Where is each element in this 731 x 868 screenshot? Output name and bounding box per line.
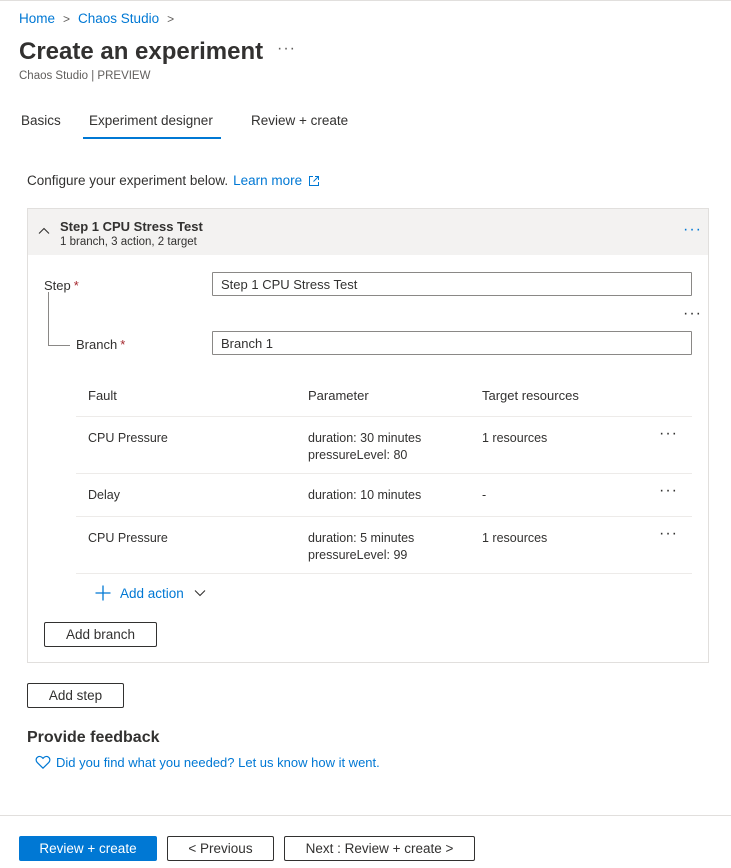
- branch-name-input[interactable]: [212, 331, 692, 355]
- top-border: [0, 0, 731, 1]
- required-mark: *: [120, 337, 126, 352]
- step-header: Step 1 CPU Stress Test 1 branch, 3 actio…: [28, 209, 708, 255]
- add-step-button[interactable]: Add step: [27, 683, 124, 708]
- page-subtitle: Chaos Studio | PREVIEW: [19, 70, 151, 82]
- add-action-label: Add action: [120, 585, 184, 601]
- footer-divider: [0, 815, 731, 816]
- intro-text: Configure your experiment below. Learn m…: [27, 173, 320, 188]
- branch-more-options-icon[interactable]: ···: [683, 305, 702, 323]
- tree-connector-horizontal: [48, 345, 70, 346]
- fault-name: CPU Pressure: [88, 531, 168, 545]
- row-more-options-icon[interactable]: ···: [659, 482, 678, 500]
- parameter-line: duration: 30 minutes: [308, 431, 422, 445]
- target-resources: -: [482, 488, 487, 502]
- feedback-title: Provide feedback: [27, 729, 160, 746]
- page-title: Create an experiment: [19, 38, 264, 65]
- chevron-down-icon: [194, 590, 206, 597]
- learn-more-label: Learn more: [233, 173, 303, 188]
- breadcrumb-home-link[interactable]: Home: [19, 11, 55, 26]
- plus-icon: [95, 585, 111, 601]
- step-title: Step 1 CPU Stress Test: [60, 219, 203, 234]
- external-link-icon: [309, 175, 320, 186]
- previous-button[interactable]: < Previous: [167, 836, 274, 861]
- step-field-label: Step *: [44, 278, 79, 293]
- breadcrumb-separator: >: [167, 11, 175, 26]
- table-row[interactable]: Delay duration: 10 minutes - ···: [76, 473, 692, 516]
- active-tab-indicator: [83, 137, 221, 139]
- step-summary: 1 branch, 3 action, 2 target: [60, 236, 197, 248]
- breadcrumb-chaos-studio-link[interactable]: Chaos Studio: [78, 11, 159, 26]
- intro-label: Configure your experiment below.: [27, 173, 229, 188]
- column-header-target: Target resources: [482, 388, 579, 403]
- breadcrumb: Home > Chaos Studio >: [19, 11, 182, 26]
- step-more-options-icon[interactable]: ···: [683, 221, 702, 239]
- feedback-link[interactable]: Did you find what you needed? Let us kno…: [35, 754, 380, 770]
- step-name-input[interactable]: [212, 272, 692, 296]
- review-create-button[interactable]: Review + create: [19, 836, 157, 861]
- target-resources: 1 resources: [482, 531, 548, 545]
- tree-connector-vertical: [48, 292, 49, 345]
- column-header-fault: Fault: [88, 388, 117, 403]
- target-resources: 1 resources: [482, 431, 548, 445]
- row-more-options-icon[interactable]: ···: [659, 525, 678, 543]
- column-header-parameter: Parameter: [308, 388, 369, 403]
- required-mark: *: [73, 278, 79, 293]
- table-row[interactable]: CPU Pressure duration: 30 minutes pressu…: [76, 416, 692, 473]
- parameter-line: duration: 5 minutes: [308, 531, 415, 545]
- more-options-icon[interactable]: ···: [277, 40, 296, 58]
- tab-basics[interactable]: Basics: [21, 113, 61, 128]
- parameter-line: duration: 10 minutes: [308, 488, 422, 502]
- table-row[interactable]: CPU Pressure duration: 5 minutes pressur…: [76, 516, 692, 574]
- learn-more-link[interactable]: Learn more: [233, 173, 320, 188]
- parameter-line: pressureLevel: 99: [308, 548, 408, 562]
- next-button[interactable]: Next : Review + create >: [284, 836, 475, 861]
- add-branch-button[interactable]: Add branch: [44, 622, 157, 647]
- fault-name: Delay: [88, 488, 120, 502]
- heart-icon: [35, 755, 51, 770]
- feedback-link-label: Did you find what you needed? Let us kno…: [56, 754, 380, 770]
- parameter-line: pressureLevel: 80: [308, 448, 408, 462]
- breadcrumb-separator: >: [63, 11, 71, 26]
- chevron-up-icon[interactable]: [38, 225, 50, 237]
- fault-name: CPU Pressure: [88, 431, 168, 445]
- branch-field-label: Branch *: [76, 337, 126, 352]
- tab-review-create[interactable]: Review + create: [251, 113, 348, 128]
- add-action-button[interactable]: Add action: [95, 585, 206, 601]
- row-more-options-icon[interactable]: ···: [659, 425, 678, 443]
- tab-experiment-designer[interactable]: Experiment designer: [89, 113, 213, 128]
